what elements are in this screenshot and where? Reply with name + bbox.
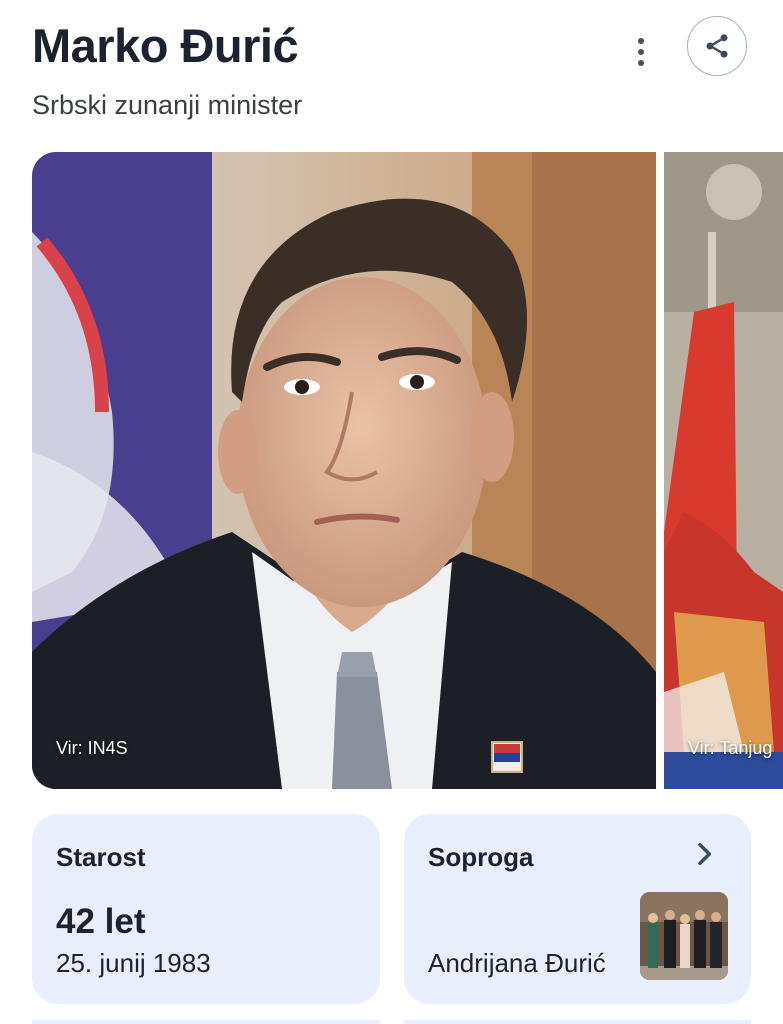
page-title: Marko Đurić: [32, 19, 299, 72]
photo-credit: Vir: IN4S: [56, 738, 128, 758]
share-button[interactable]: [687, 16, 747, 76]
age-card: Starost 42 let 25. junij 1983: [32, 814, 380, 1004]
flag-image: [664, 152, 783, 789]
spouse-name: Andrijana Đurić: [428, 948, 606, 978]
portrait-photo[interactable]: Vir: IN4S: [32, 152, 656, 789]
next-card-edge: [32, 1020, 380, 1024]
spouse-label: Soproga: [428, 842, 534, 872]
birth-date: 25. junij 1983: [56, 948, 211, 978]
age-value: 42 let: [56, 902, 146, 941]
spouse-photo: [640, 892, 728, 980]
photo-credit: Vir: Tanjug: [688, 738, 773, 758]
age-label: Starost: [56, 842, 146, 872]
spouse-card[interactable]: Soproga Andrijana Đurić: [404, 814, 751, 1004]
flag-photo[interactable]: Vir: Tanjug: [664, 152, 783, 789]
page-subtitle: Srbski zunanji minister: [32, 90, 303, 120]
portrait-image: [32, 152, 656, 789]
share-icon: [706, 34, 728, 58]
more-options-button[interactable]: [618, 26, 664, 78]
more-vert-icon: [638, 38, 644, 44]
chevron-right-icon: [698, 842, 712, 866]
next-card-edge: [404, 1020, 751, 1024]
